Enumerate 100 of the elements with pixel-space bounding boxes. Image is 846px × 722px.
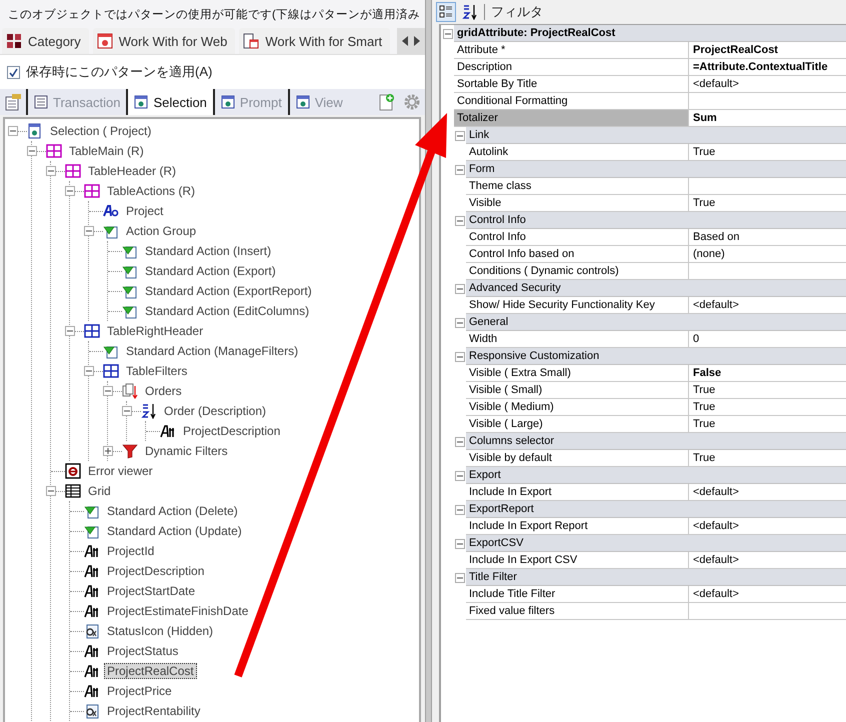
tree-item[interactable]: Orders <box>142 383 185 399</box>
property-name[interactable]: Autolink <box>466 144 689 161</box>
property-name[interactable]: Sortable By Title <box>454 76 689 93</box>
collapse-toggle[interactable] <box>46 486 56 496</box>
property-name[interactable]: Visible ( Small) <box>466 382 689 399</box>
property-value[interactable]: <default> <box>689 586 846 603</box>
tree-item[interactable]: ProjectStatus <box>104 643 182 659</box>
collapse-toggle[interactable] <box>84 226 94 236</box>
property-name[interactable]: Visible ( Medium) <box>466 399 689 416</box>
tree-item[interactable]: Standard Action (Insert) <box>142 243 274 259</box>
scroll-left-icon[interactable] <box>401 36 409 46</box>
tree-item[interactable]: TableMain (R) <box>66 143 147 159</box>
tree-item[interactable]: Standard Action (Export) <box>142 263 279 279</box>
scroll-right-icon[interactable] <box>413 36 421 46</box>
property-name[interactable]: Visible by default <box>466 450 689 467</box>
tree-item[interactable]: ProjectId <box>104 543 158 559</box>
collapse-toggle[interactable] <box>455 284 465 294</box>
collapse-toggle[interactable] <box>455 352 465 362</box>
tree-item[interactable]: Action Group <box>123 223 200 239</box>
property-value[interactable]: Based on <box>689 229 846 246</box>
property-name[interactable]: Attribute * <box>454 42 689 59</box>
expand-toggle[interactable] <box>103 446 113 456</box>
collapse-toggle[interactable] <box>455 318 465 328</box>
property-value[interactable]: <default> <box>689 76 846 93</box>
tree-item[interactable]: Standard Action (Delete) <box>104 503 241 519</box>
collapse-toggle[interactable] <box>455 436 465 446</box>
tree-item[interactable]: TableHeader (R) <box>85 163 180 179</box>
property-value[interactable]: ProjectRealCost <box>689 42 846 59</box>
property-value[interactable]: =Attribute.ContextualTitle <box>689 59 846 76</box>
collapse-toggle[interactable] <box>27 146 37 156</box>
tree-item[interactable]: Dynamic Filters <box>142 443 231 459</box>
properties-icon[interactable] <box>4 93 22 111</box>
collapse-toggle[interactable] <box>455 470 465 480</box>
property-name[interactable]: Show/ Hide Security Functionality Key <box>466 297 689 314</box>
tree-item[interactable]: TableActions (R) <box>104 183 198 199</box>
collapse-toggle[interactable] <box>65 186 75 196</box>
collapse-toggle[interactable] <box>84 366 94 376</box>
instance-tab[interactable]: Selection <box>126 89 213 115</box>
tree-item[interactable]: Grid <box>85 483 114 499</box>
property-name[interactable]: Conditional Formatting <box>454 93 689 110</box>
collapse-toggle[interactable] <box>455 164 465 174</box>
tree-item[interactable]: TableFilters <box>123 363 190 379</box>
tree-item[interactable]: StatusIcon (Hidden) <box>104 623 216 639</box>
tree-item[interactable]: Error viewer <box>85 463 156 479</box>
collapse-toggle[interactable] <box>455 216 465 226</box>
collapse-toggle[interactable] <box>455 504 465 514</box>
collapse-toggle[interactable] <box>455 538 465 548</box>
pattern-tab[interactable]: Category <box>2 28 89 54</box>
pattern-message: このオブジェクトではパターンの使用が可能です(下線はパターンが適用済み <box>0 0 425 28</box>
pattern-tab[interactable]: Work With for Smart <box>239 28 390 54</box>
property-name[interactable]: Include Title Filter <box>466 586 689 603</box>
pattern-tab[interactable]: Work With for Web <box>92 28 236 54</box>
tree-item[interactable]: ProjectRentability <box>104 703 204 719</box>
property-value[interactable]: False <box>689 365 846 382</box>
tree-item[interactable]: Standard Action (ManageFilters) <box>123 343 302 359</box>
sort-icon <box>141 403 157 419</box>
property-name[interactable]: Include In Export <box>466 484 689 501</box>
tree-item[interactable]: ProjectDescription <box>180 423 284 439</box>
collapse-toggle[interactable] <box>442 28 452 38</box>
property-name[interactable]: Control Info <box>466 229 689 246</box>
property-name[interactable]: Visible ( Large) <box>466 416 689 433</box>
tree-item[interactable]: Standard Action (Update) <box>104 523 245 539</box>
property-name[interactable]: Visible ( Extra Small) <box>466 365 689 382</box>
collapse-toggle[interactable] <box>455 572 465 582</box>
categorized-view-button[interactable] <box>436 2 456 22</box>
property-value[interactable]: True <box>689 382 846 399</box>
property-name[interactable]: Conditions ( Dynamic controls) <box>466 263 689 280</box>
tree-item[interactable]: ProjectRealCost <box>104 663 197 679</box>
filter-button[interactable]: フィルタ <box>489 3 545 21</box>
tree-item[interactable]: ProjectPrice <box>104 683 175 699</box>
collapse-toggle[interactable] <box>122 406 132 416</box>
property-value[interactable]: (none) <box>689 246 846 263</box>
collapse-toggle[interactable] <box>65 326 75 336</box>
collapse-toggle[interactable] <box>8 126 18 136</box>
collapse-toggle[interactable] <box>455 130 465 140</box>
tree-item[interactable]: ProjectEstimateFinishDate <box>104 603 252 619</box>
property-name[interactable]: Include In Export Report <box>466 518 689 535</box>
property-name[interactable]: Include In Export CSV <box>466 552 689 569</box>
tree-item[interactable]: TableRightHeader <box>104 323 206 339</box>
property-name[interactable]: Visible <box>466 195 689 212</box>
tree-item[interactable]: Selection ( Project) <box>47 123 154 139</box>
table-icon <box>103 363 119 379</box>
tree-item[interactable]: Standard Action (ExportReport) <box>142 283 315 299</box>
property-name[interactable]: Control Info based on <box>466 246 689 263</box>
property-name[interactable]: Width <box>466 331 689 348</box>
new-document-icon[interactable] <box>377 93 395 111</box>
checkbox[interactable] <box>7 66 20 78</box>
tree-item[interactable]: Order (Description) <box>161 403 270 419</box>
attribute-icon <box>84 563 100 579</box>
property-value[interactable]: True <box>689 399 846 416</box>
property-name[interactable]: Fixed value filters <box>466 603 689 620</box>
tree-item[interactable]: Standard Action (EditColumns) <box>142 303 312 319</box>
property-name[interactable]: Totalizer <box>454 110 689 127</box>
property-name[interactable]: Description <box>454 59 689 76</box>
tree-item[interactable]: ProjectDescription <box>104 563 208 579</box>
collapse-toggle[interactable] <box>103 386 113 396</box>
tree-item[interactable]: Project <box>123 203 166 219</box>
tree-item[interactable]: ProjectStartDate <box>104 583 198 599</box>
collapse-toggle[interactable] <box>46 166 56 176</box>
property-name[interactable]: Theme class <box>466 178 689 195</box>
